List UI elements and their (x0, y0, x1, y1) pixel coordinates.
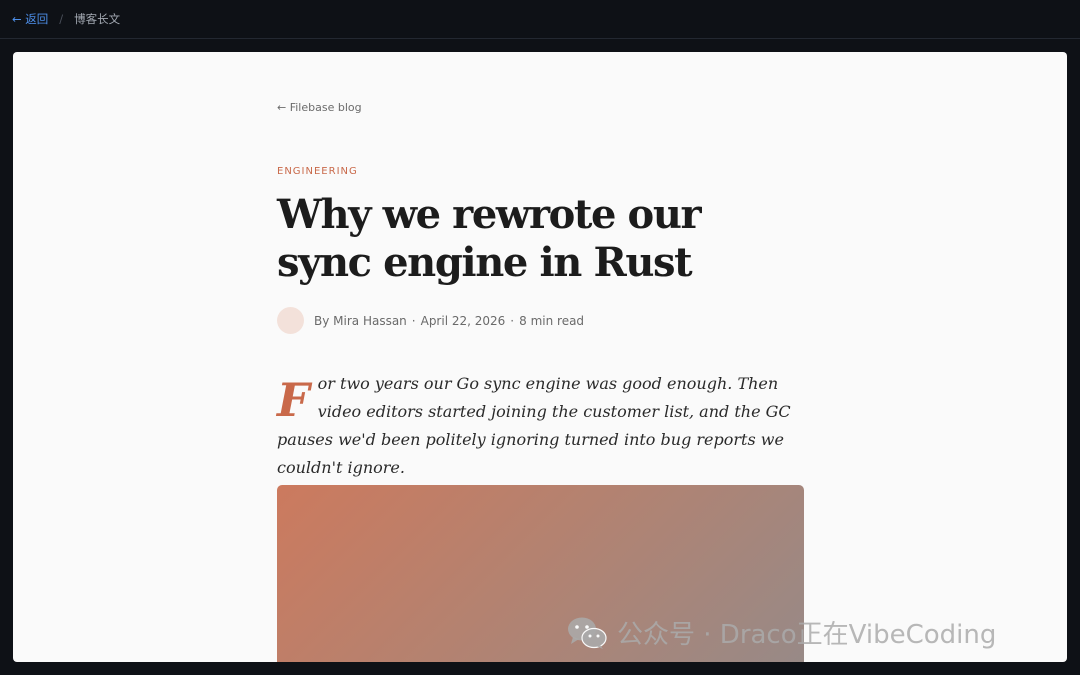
category-label[interactable]: ENGINEERING (277, 166, 358, 177)
byline-separator: · (510, 313, 515, 328)
back-link[interactable]: ← 返回 (12, 11, 48, 27)
watermark-text: 公众号 · Draco正在VibeCoding (617, 620, 997, 650)
watermark: 公众号 · Draco正在VibeCoding (567, 614, 996, 651)
read-time: 8 min read (519, 313, 585, 328)
drop-cap: F (277, 373, 310, 427)
avatar (277, 307, 304, 334)
wechat-icon (568, 617, 607, 649)
author-name: By Mira Hassan (314, 313, 407, 328)
lede-paragraph: For two years our Go sync engine was goo… (277, 370, 804, 482)
byline-separator: · (411, 313, 416, 328)
blog-back-link[interactable]: ← Filebase blog (277, 101, 362, 114)
top-bar: ← 返回 / 博客长文 (0, 0, 1080, 39)
publish-date: April 22, 2026 (420, 313, 506, 328)
breadcrumb-separator: / (59, 12, 64, 26)
byline: By Mira Hassan · April 22, 2026 · 8 min … (277, 307, 584, 334)
breadcrumb-current: 博客长文 (74, 12, 121, 26)
article-frame: ← Filebase blog ENGINEERING Why we rewro… (13, 52, 1067, 662)
article-title: Why we rewrote our sync engine in Rust (277, 191, 702, 286)
lede-text: or two years our Go sync engine was good… (277, 374, 791, 477)
